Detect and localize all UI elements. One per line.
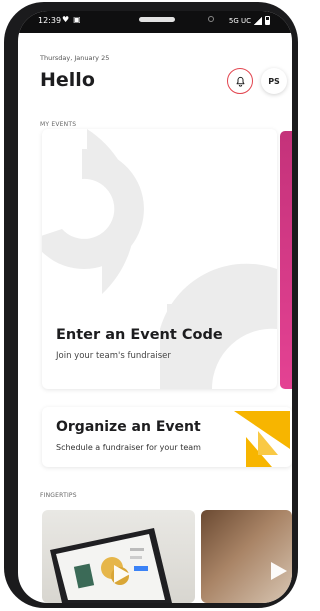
speaker-notch (139, 17, 175, 22)
section-label-my-events: MY EVENTS (40, 121, 77, 128)
date-label: Thursday, January 25 (40, 54, 110, 62)
organize-event-card[interactable]: Organize an Event Schedule a fundraiser … (42, 407, 292, 467)
screen: 12:39 ♥ ▣ 5G UC Thursday, January 25 Hel… (18, 11, 292, 603)
organize-event-subtitle: Schedule a fundraiser for your team (56, 443, 201, 452)
video-card[interactable] (201, 510, 292, 603)
network-label: 5G UC (228, 16, 251, 25)
battery-icon (265, 16, 270, 25)
phone-frame: 12:39 ♥ ▣ 5G UC Thursday, January 25 Hel… (4, 2, 298, 608)
play-icon (114, 565, 130, 583)
event-code-subtitle: Join your team's fundraiser (56, 351, 171, 361)
video-card[interactable] (42, 510, 195, 603)
camera-icon (208, 16, 214, 22)
notification-icon: ▣ (73, 15, 81, 24)
heart-icon: ♥ (62, 15, 70, 24)
page-title: Hello (40, 69, 95, 91)
play-icon (271, 562, 287, 580)
next-event-card-peek[interactable] (280, 131, 292, 389)
decorative-shapes (42, 129, 277, 389)
avatar[interactable]: PS (261, 68, 287, 94)
enter-event-code-card[interactable]: Enter an Event Code Join your team's fun… (42, 129, 277, 389)
side-button (4, 182, 10, 224)
section-label-fingertips: FINGERTIPS (40, 492, 77, 499)
signal-icon (254, 16, 262, 25)
video-thumbnail (50, 528, 172, 603)
side-button (4, 127, 10, 169)
event-code-title: Enter an Event Code (56, 327, 223, 343)
bell-icon (236, 76, 244, 87)
side-button (4, 84, 10, 106)
status-time: 12:39 (38, 16, 62, 25)
organize-logo-icon (234, 411, 290, 467)
notifications-button[interactable] (227, 68, 253, 94)
status-bar: 12:39 ♥ ▣ 5G UC (18, 11, 292, 33)
organize-event-title: Organize an Event (56, 419, 201, 435)
